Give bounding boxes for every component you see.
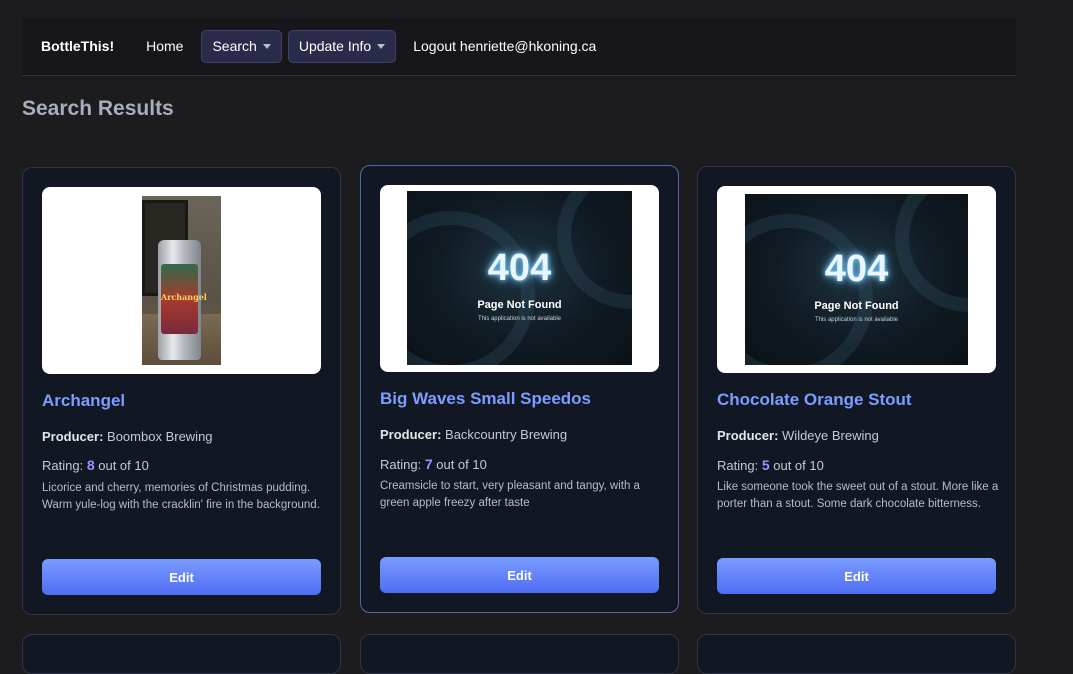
beer-image: 404 Page Not Found This application is n… [380, 185, 659, 372]
beer-description: Licorice and cherry, memories of Christm… [42, 482, 320, 511]
beer-card: Archangel Archangel Producer: Boombox Br… [22, 167, 341, 615]
rating-value: 7 [424, 456, 433, 472]
beer-producer: Producer: Backcountry Brewing [380, 427, 567, 442]
beer-card-partial [22, 634, 341, 674]
producer-value: Wildeye Brewing [782, 428, 879, 443]
rating-value: 5 [761, 457, 770, 473]
not-found-title: Page Not Found [814, 300, 899, 312]
update-info-dropdown-label: Update Info [298, 38, 372, 54]
navbar: BottleThis! Home Search Update Info Logo… [22, 17, 1016, 76]
producer-value: Backcountry Brewing [445, 427, 568, 442]
logout-link[interactable]: Logout henriette@hkoning.ca [413, 38, 596, 54]
rating-suffix: out of 10 [98, 458, 149, 473]
beer-producer: Producer: Wildeye Brewing [717, 428, 879, 443]
not-found-subtitle: This application is not available [814, 317, 899, 323]
beer-description: Creamsicle to start, very pleasant and t… [380, 480, 640, 509]
rating-prefix: Rating: [717, 458, 759, 473]
producer-value: Boombox Brewing [107, 429, 213, 444]
edit-button[interactable]: Edit [380, 557, 659, 593]
beer-rating: Rating: 5 out of 10 [717, 457, 824, 473]
can-label-text: Archangel [161, 292, 207, 302]
caret-down-icon [262, 43, 271, 49]
rating-value: 8 [86, 457, 95, 473]
rating-suffix: out of 10 [773, 458, 824, 473]
beer-image: 404 Page Not Found This application is n… [717, 186, 996, 373]
page-not-found-image: 404 Page Not Found This application is n… [745, 194, 968, 365]
not-found-code: 404 [824, 248, 889, 290]
not-found-subtitle: This application is not available [477, 316, 562, 322]
rating-prefix: Rating: [42, 458, 84, 473]
update-info-dropdown[interactable]: Update Info [287, 29, 397, 63]
producer-label: Producer: [717, 428, 779, 443]
rating-prefix: Rating: [380, 457, 422, 472]
beer-producer: Producer: Boombox Brewing [42, 429, 213, 444]
search-dropdown[interactable]: Search [201, 29, 282, 63]
page-not-found-image: 404 Page Not Found This application is n… [407, 191, 632, 365]
beer-title[interactable]: Archangel [42, 391, 125, 411]
beer-image: Archangel [42, 187, 321, 374]
search-dropdown-label: Search [212, 38, 257, 54]
beer-card: 404 Page Not Found This application is n… [697, 166, 1016, 614]
beer-title[interactable]: Chocolate Orange Stout [717, 390, 912, 410]
beer-card: 404 Page Not Found This application is n… [360, 165, 679, 613]
beer-title[interactable]: Big Waves Small Speedos [380, 389, 591, 409]
rating-suffix: out of 10 [436, 457, 487, 472]
beer-description: Like someone took the sweet out of a sto… [717, 481, 999, 510]
nav-home-link[interactable]: Home [146, 38, 183, 54]
producer-label: Producer: [380, 427, 442, 442]
beer-card-partial [360, 634, 679, 674]
beer-can-photo: Archangel [142, 196, 221, 365]
edit-button[interactable]: Edit [717, 558, 996, 594]
beer-rating: Rating: 7 out of 10 [380, 456, 487, 472]
brand-logo[interactable]: BottleThis! [41, 38, 114, 54]
beer-card-partial [697, 634, 1016, 674]
page-title: Search Results [22, 97, 174, 120]
beer-rating: Rating: 8 out of 10 [42, 457, 149, 473]
edit-button[interactable]: Edit [42, 559, 321, 595]
caret-down-icon [377, 43, 386, 49]
not-found-code: 404 [487, 247, 552, 289]
not-found-title: Page Not Found [477, 299, 562, 311]
producer-label: Producer: [42, 429, 104, 444]
